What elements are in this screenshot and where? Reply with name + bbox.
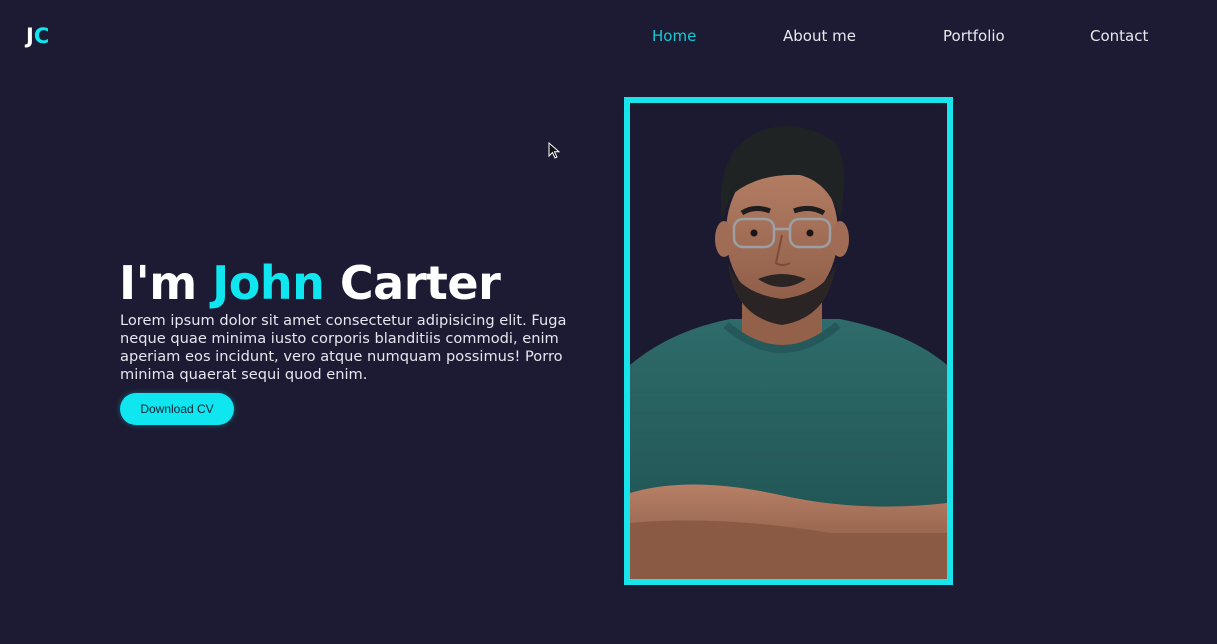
main-nav: Home About me Portfolio Contact xyxy=(0,27,1217,47)
hero-title: I'm John Carter xyxy=(119,256,501,310)
hero-title-prefix: I'm xyxy=(119,256,213,310)
profile-photo xyxy=(624,97,953,585)
hero-title-first-name: John xyxy=(212,256,325,310)
portrait-image xyxy=(630,103,947,579)
nav-about-me[interactable]: About me xyxy=(783,27,856,45)
mouse-pointer-icon xyxy=(548,142,560,159)
hero-title-last-name: Carter xyxy=(324,256,501,310)
nav-portfolio[interactable]: Portfolio xyxy=(943,27,1005,45)
page: JC Home About me Portfolio Contact I'm J… xyxy=(0,0,1217,644)
hero-description: Lorem ipsum dolor sit amet consectetur a… xyxy=(120,312,567,383)
nav-contact[interactable]: Contact xyxy=(1090,27,1148,45)
download-cv-button[interactable]: Download CV xyxy=(120,393,234,425)
nav-home[interactable]: Home xyxy=(652,27,696,45)
